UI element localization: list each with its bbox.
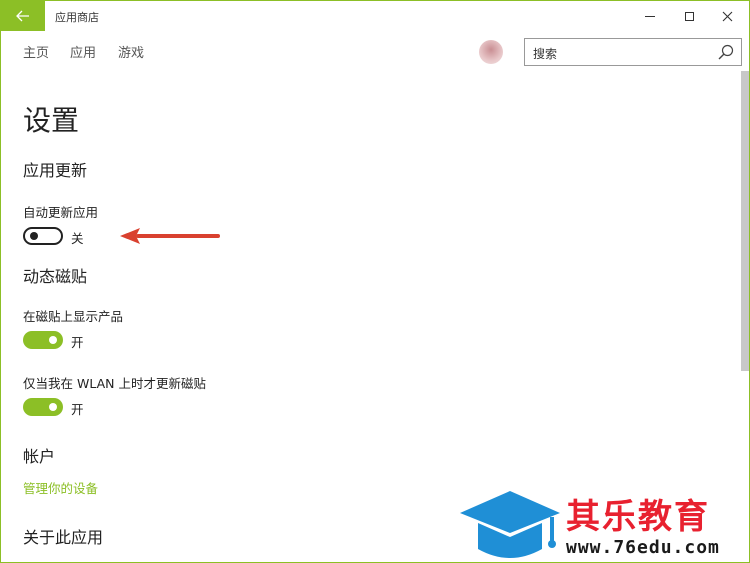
top-nav: 主页 应用 游戏 搜索 (1, 31, 749, 71)
close-icon (722, 11, 732, 21)
show-products-state: 开 (71, 335, 84, 350)
avatar[interactable] (479, 40, 503, 64)
toggle-knob (49, 403, 57, 411)
auto-update-state: 关 (71, 231, 84, 246)
section-heading-account: 帐户 (23, 447, 56, 466)
minimize-icon (645, 15, 655, 17)
section-heading-about: 关于此应用 (23, 528, 104, 547)
nav-item-games[interactable]: 游戏 (118, 42, 144, 61)
wlan-only-state: 开 (71, 402, 84, 417)
show-products-label: 在磁贴上显示产品 (23, 309, 124, 324)
manage-devices-link[interactable]: 管理你的设备 (23, 478, 98, 497)
close-button[interactable] (710, 1, 744, 31)
arrow-left-icon (16, 10, 29, 22)
annotation-arrow-icon (120, 228, 220, 244)
back-button[interactable] (1, 1, 45, 31)
toggle-knob (30, 232, 38, 240)
search-placeholder: 搜索 (533, 47, 558, 61)
minimize-button[interactable] (633, 1, 667, 31)
watermark-url: www.76edu.com (566, 537, 720, 558)
nav-item-apps[interactable]: 应用 (70, 42, 96, 61)
maximize-button[interactable] (672, 1, 706, 31)
show-products-toggle[interactable] (23, 331, 63, 349)
wlan-only-toggle[interactable] (23, 398, 63, 416)
page-title: 设置 (23, 104, 80, 137)
graduation-cap-logo-icon (460, 491, 560, 558)
search-icon[interactable] (717, 43, 735, 61)
section-heading-app-updates: 应用更新 (23, 161, 88, 180)
wlan-only-label: 仅当我在 WLAN 上时才更新磁贴 (23, 376, 206, 391)
nav-item-home[interactable]: 主页 (23, 42, 49, 61)
auto-update-toggle[interactable] (23, 227, 63, 245)
auto-update-label: 自动更新应用 (23, 205, 99, 220)
watermark: 其乐教育 www.76edu.com (456, 485, 749, 562)
window-title: 应用商店 (55, 11, 99, 24)
maximize-icon (684, 11, 694, 21)
app-window: 应用商店 主页 应用 游戏 搜索 设置 应用更新 自动更新应用 关 动态磁贴 在… (0, 0, 750, 563)
watermark-brand: 其乐教育 (566, 497, 710, 537)
search-input[interactable]: 搜索 (524, 38, 742, 66)
toggle-knob (49, 336, 57, 344)
scrollbar[interactable] (741, 71, 749, 371)
title-bar: 应用商店 (1, 1, 749, 31)
section-heading-live-tiles: 动态磁贴 (23, 267, 88, 286)
